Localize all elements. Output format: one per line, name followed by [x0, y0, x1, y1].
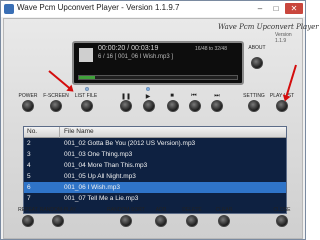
play-button[interactable]	[143, 100, 155, 112]
table-row[interactable]: 4 001_04 More Than This.mp3	[24, 160, 286, 171]
prev-button[interactable]	[189, 100, 201, 112]
row-file-name: 001_04 More Than This.mp3	[64, 162, 148, 169]
close-label: CLOSE	[273, 207, 291, 213]
stop-state-icon	[79, 48, 93, 62]
column-no-header[interactable]: No.	[27, 128, 37, 135]
title-bar[interactable]: Wave Pcm Upconvert Player - Version 1.1.…	[1, 1, 305, 17]
player-panel: Wave Pcm Upconvert Player Version 1.1.9 …	[3, 18, 319, 239]
lcd-display: 00:00:20 / 00:03:19 6 / 16 [ 001_06 I Wi…	[72, 41, 244, 85]
randomsort-button[interactable]	[120, 215, 132, 227]
row-number: 6	[27, 184, 31, 191]
randomplay-button[interactable]	[52, 215, 64, 227]
row-file-name: 001_03 One Thing.mp3	[64, 151, 133, 158]
playlist-header: No. File Name	[24, 127, 286, 138]
app-icon	[4, 4, 14, 14]
table-row-selected[interactable]: 6 001_06 I Wish.mp3	[24, 182, 286, 193]
row-file-name: 001_07 Tell Me a Lie.mp3	[64, 195, 139, 202]
listfile-label: LIST FILE	[74, 93, 98, 99]
column-name-header[interactable]: File Name	[64, 128, 94, 135]
close-window-button[interactable]: ✕	[285, 3, 303, 14]
row-number: 4	[27, 162, 31, 169]
brand-name: Wave Pcm Upconvert Player	[218, 23, 319, 31]
setting-button[interactable]	[248, 100, 260, 112]
next-button[interactable]	[211, 100, 223, 112]
fscreen-button[interactable]	[50, 100, 62, 112]
next-icon: ⏭	[214, 93, 220, 99]
pause-button[interactable]	[120, 100, 132, 112]
about-label: ABOUT	[248, 45, 266, 51]
app-window: Wave Pcm Upconvert Player - Version 1.1.…	[0, 0, 319, 240]
column-divider	[59, 127, 60, 138]
stop-button[interactable]	[167, 100, 179, 112]
time-readout: 00:00:20 / 00:03:19	[98, 45, 159, 52]
minimize-button[interactable]: –	[253, 3, 267, 14]
delete-button[interactable]	[186, 215, 198, 227]
clear-label: CLEAR	[215, 207, 233, 213]
row-file-name: 001_06 I Wish.mp3	[64, 184, 121, 191]
repeat-button[interactable]	[22, 215, 34, 227]
maximize-button[interactable]: □	[269, 3, 283, 14]
clear-button[interactable]	[218, 215, 230, 227]
row-number: 5	[27, 173, 31, 180]
playlist-table[interactable]: No. File Name 2 001_02 Gotta Be You (201…	[23, 126, 287, 214]
format-readout: 16/48 to 32/48	[195, 46, 227, 52]
window-title: Wave Pcm Upconvert Player - Version 1.1.…	[17, 3, 180, 12]
track-readout: 6 / 16 [ 001_06 I Wish.mp3 ]	[98, 54, 174, 60]
brand-version: Version 1.1.9	[275, 32, 292, 44]
row-file-name: 001_02 Gotta Be You (2012 US Version).mp…	[64, 140, 196, 147]
row-number: 2	[27, 140, 31, 147]
power-button[interactable]	[22, 100, 34, 112]
table-row[interactable]: 5 001_05 Up All Night.mp3	[24, 171, 286, 182]
play-indicator	[146, 87, 150, 91]
seek-bar[interactable]	[78, 75, 238, 80]
listfile-indicator	[85, 87, 89, 91]
row-file-name: 001_05 Up All Night.mp3	[64, 173, 136, 180]
table-row[interactable]: 7 001_07 Tell Me a Lie.mp3	[24, 193, 286, 204]
row-number: 7	[27, 195, 31, 202]
row-number: 3	[27, 151, 31, 158]
about-button[interactable]	[251, 57, 263, 69]
close-app-button[interactable]	[276, 215, 288, 227]
add-button[interactable]	[155, 215, 167, 227]
table-row[interactable]: 3 001_03 One Thing.mp3	[24, 149, 286, 160]
annotation-arrow-listfile	[48, 70, 73, 92]
listfile-button[interactable]	[81, 100, 93, 112]
seek-bar-fill	[79, 76, 95, 79]
randomplay-label: RANDOM-PLAY	[39, 207, 77, 213]
table-row[interactable]: 2 001_02 Gotta Be You (2012 US Version).…	[24, 138, 286, 149]
